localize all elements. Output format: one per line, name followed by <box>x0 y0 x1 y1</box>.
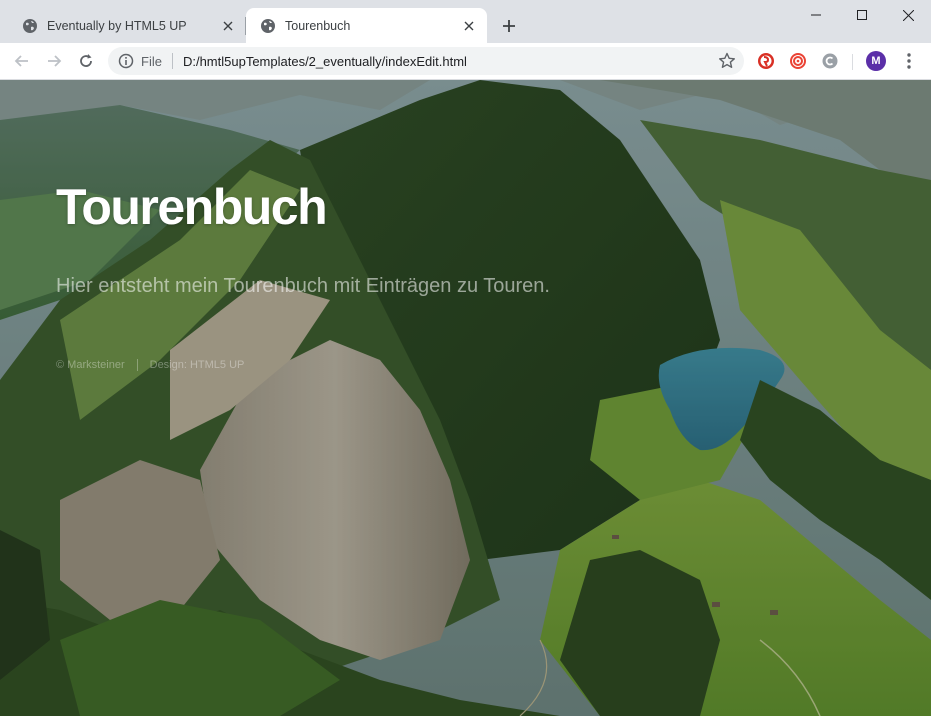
close-window-button[interactable] <box>885 0 931 30</box>
close-icon <box>902 9 914 21</box>
page-footer: © Marksteiner Design: HTML5 UP <box>56 359 244 371</box>
tab-title: Eventually by HTML5 UP <box>47 18 187 33</box>
extension-grey-icon[interactable] <box>820 51 840 71</box>
reload-icon <box>80 54 92 67</box>
toolbar-divider <box>852 54 853 70</box>
info-icon[interactable] <box>118 53 134 69</box>
background-overlay <box>0 80 931 716</box>
design-credit-link[interactable]: Design: HTML5 UP <box>150 359 245 371</box>
browser-toolbar: File D:/hmtl5upTemplates/2_eventually/in… <box>0 43 931 80</box>
extension-swirl-icon[interactable] <box>788 51 808 71</box>
scheme-label: File <box>141 53 162 69</box>
globe-icon <box>261 18 275 33</box>
page-subtitle: Hier entsteht mein Tourenbuch mit Einträ… <box>56 275 550 297</box>
page-title: Tourenbuch <box>56 179 328 235</box>
page-viewport: Tourenbuch Hier entsteht mein Tourenbuch… <box>0 80 931 716</box>
forward-button[interactable] <box>41 48 67 74</box>
close-tab-icon[interactable] <box>461 18 477 34</box>
tab-title: Tourenbuch <box>285 18 351 33</box>
address-bar[interactable]: File D:/hmtl5upTemplates/2_eventually/in… <box>108 47 744 75</box>
minimize-icon <box>811 14 821 16</box>
copyright-text: © Marksteiner <box>56 359 125 371</box>
more-vert-icon <box>907 53 911 69</box>
extension-red-icon[interactable] <box>756 51 776 71</box>
bookmark-star-icon[interactable] <box>718 52 736 70</box>
minimize-button[interactable] <box>793 0 839 30</box>
tab-strip: Eventually by HTML5 UP Tourenbuch <box>0 0 931 43</box>
back-button[interactable] <box>9 48 35 74</box>
maximize-icon <box>857 10 867 20</box>
profile-avatar[interactable]: M <box>866 51 886 71</box>
menu-button[interactable] <box>899 51 919 71</box>
maximize-button[interactable] <box>839 0 885 30</box>
close-tab-icon[interactable] <box>220 18 236 34</box>
plus-icon <box>503 20 515 32</box>
tab-tourenbuch[interactable]: Tourenbuch <box>246 8 487 43</box>
tab-eventually[interactable]: Eventually by HTML5 UP <box>8 8 246 43</box>
footer-divider <box>136 359 138 371</box>
reload-button[interactable] <box>73 48 99 74</box>
arrow-right-icon <box>48 55 62 67</box>
address-divider <box>171 53 173 69</box>
new-tab-button[interactable] <box>497 14 521 38</box>
globe-icon <box>23 18 37 33</box>
arrow-left-icon <box>14 55 28 67</box>
url-text[interactable]: D:/hmtl5upTemplates/2_eventually/indexEd… <box>183 54 467 69</box>
